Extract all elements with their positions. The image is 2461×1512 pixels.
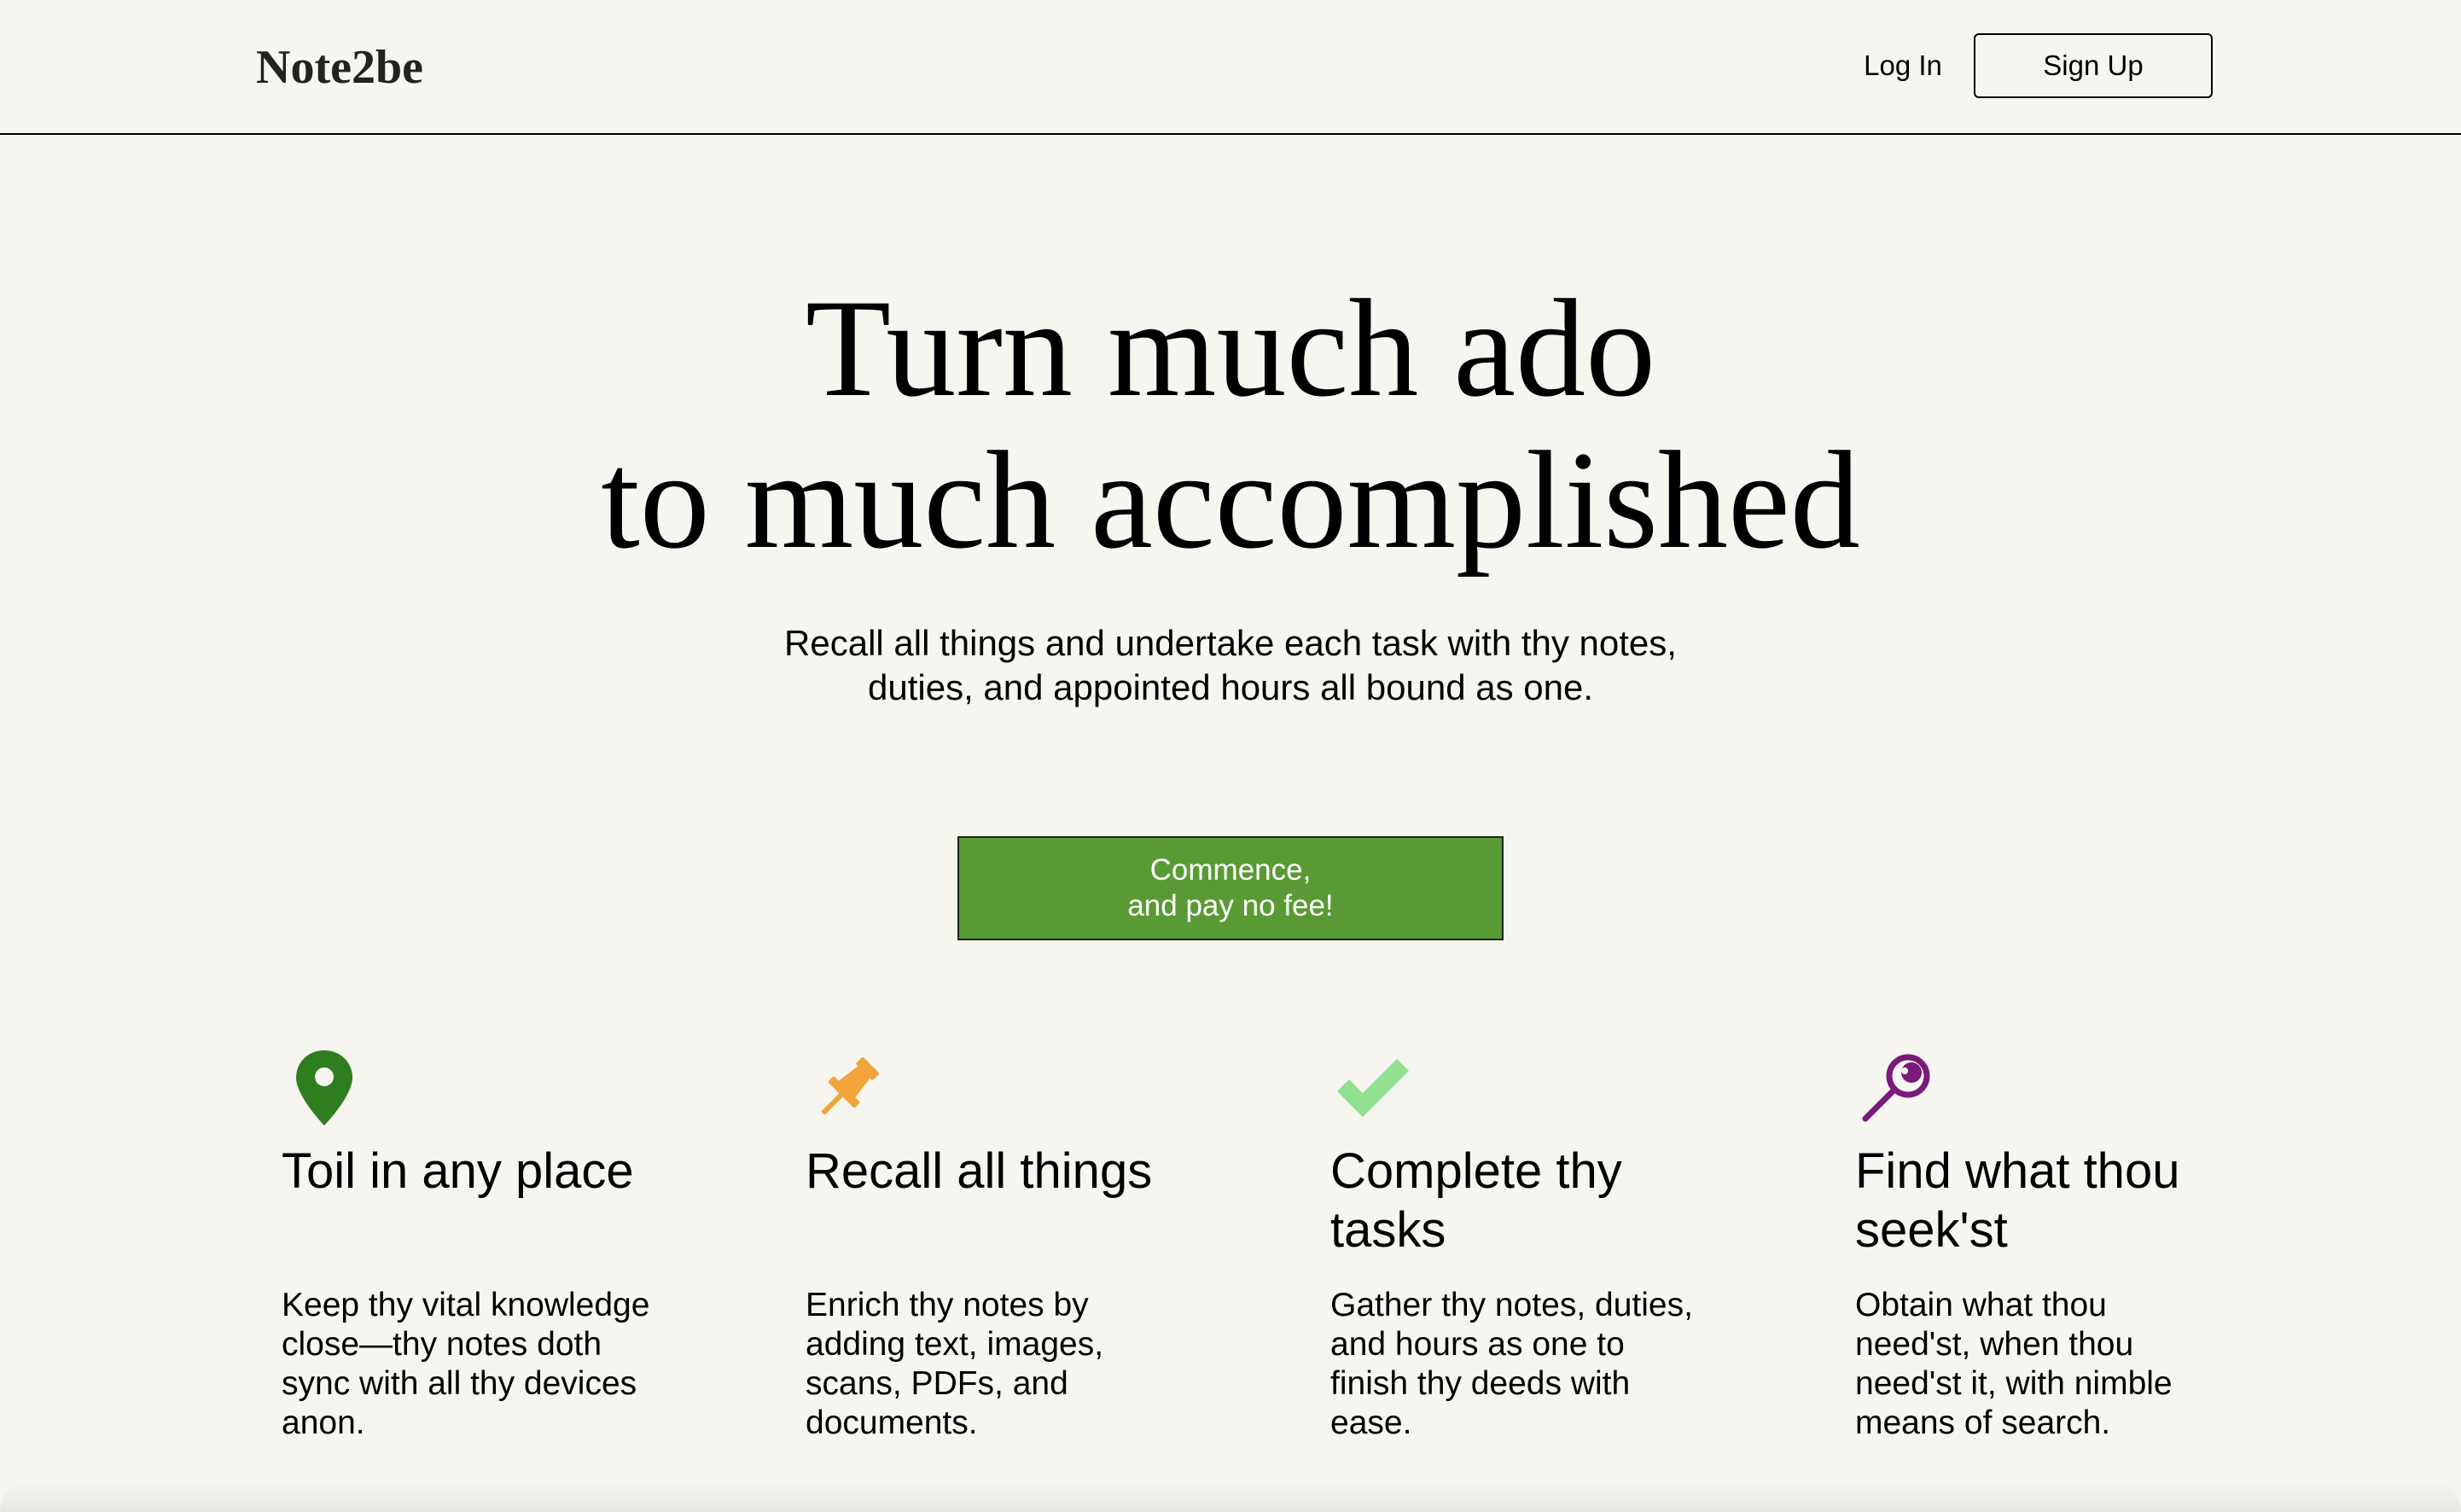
feature-title: Recall all things	[806, 1143, 1153, 1199]
hero-subtitle-line-1: Recall all things and undertake each tas…	[784, 623, 1677, 663]
hero-title-line-1: Turn much ado	[805, 271, 1656, 426]
feature-description: Keep thy vital knowledge close—thy notes…	[282, 1287, 650, 1441]
feature-title: Toil in any place	[282, 1143, 634, 1199]
location-pin-icon	[296, 1050, 352, 1125]
window-bottom-edge	[0, 1481, 2461, 1512]
feature-title: Complete thy tasks	[1330, 1143, 1622, 1258]
login-link[interactable]: Log In	[1843, 44, 1963, 87]
feature-description: Enrich thy notes by adding text, images,…	[806, 1287, 1104, 1441]
feature-item-complete-tasks: Complete thy tasks Gather thy notes, dut…	[1330, 1045, 1706, 1441]
signup-button[interactable]: Sign Up	[1974, 33, 2213, 98]
pushpin-icon	[821, 1057, 879, 1115]
feature-item-remember-everything: Recall all things Enrich thy notes by ad…	[806, 1045, 1181, 1441]
feature-item-find-things: Find what thou seek'st Obtain what thou …	[1855, 1045, 2231, 1441]
cta-line-2: and pay no fee!	[1127, 889, 1334, 922]
feature-description: Gather thy notes, duties, and hours as o…	[1330, 1287, 1693, 1441]
get-started-button[interactable]: Commence, and pay no fee!	[957, 836, 1504, 940]
checkmark-icon	[1337, 1059, 1409, 1117]
top-nav: Note2be Log In Sign Up	[0, 0, 2461, 135]
feature-title: Find what thou seek'st	[1855, 1143, 2180, 1258]
hero-subtitle: Recall all things and undertake each tas…	[0, 621, 2461, 710]
hero-title: Turn much ado to much accomplished	[0, 273, 2461, 577]
brand-logo[interactable]: Note2be	[256, 38, 423, 97]
hero-title-line-2: to much accomplished	[601, 423, 1860, 578]
feature-item-work-anywhere: Toil in any place Keep thy vital knowled…	[282, 1045, 657, 1441]
cta-line-1: Commence,	[1149, 853, 1312, 887]
hero-subtitle-line-2: duties, and appointed hours all bound as…	[868, 667, 1593, 707]
feature-description: Obtain what thou need'st, when thou need…	[1855, 1287, 2173, 1441]
magnifier-icon	[1862, 1054, 1930, 1122]
feature-list: Toil in any place Keep thy vital knowled…	[0, 1045, 2461, 1472]
